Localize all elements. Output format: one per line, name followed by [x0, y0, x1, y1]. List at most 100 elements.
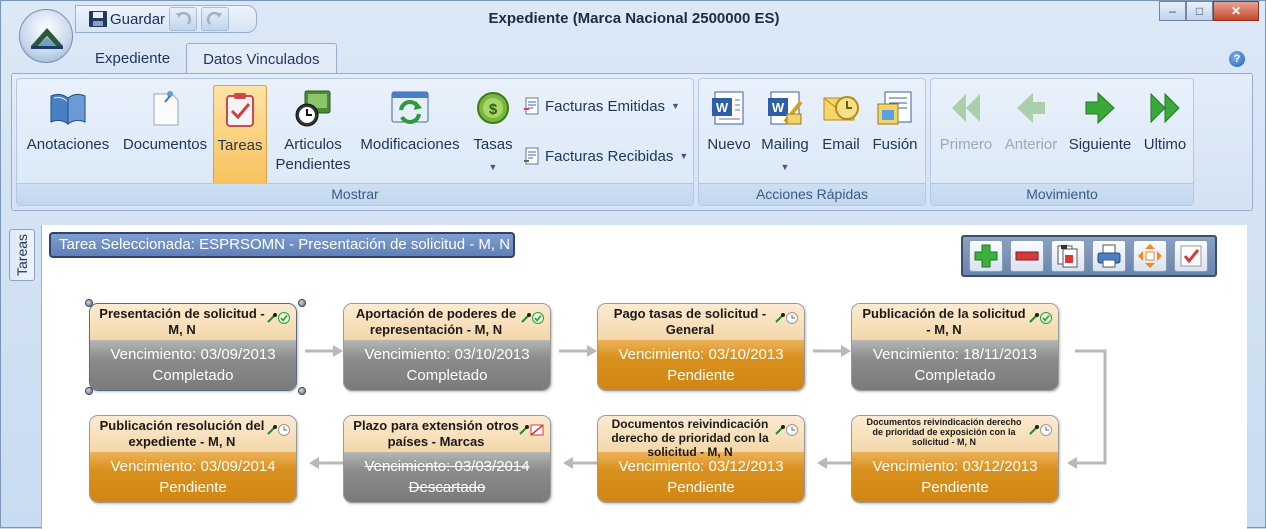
checklist-icon — [1180, 245, 1202, 267]
merge-document-icon — [877, 91, 912, 125]
print-button[interactable] — [1092, 240, 1126, 272]
facturas-emitidas-dropdown-icon[interactable]: ▼ — [671, 101, 680, 111]
pin-icon — [1029, 425, 1039, 435]
add-task-button[interactable] — [969, 240, 1003, 272]
group-mostrar: Anotaciones Documentos Tareas Articulos … — [16, 78, 694, 206]
ultimo-button[interactable]: Ultimo — [1137, 85, 1193, 155]
task-documents-button[interactable] — [1051, 240, 1085, 272]
facturas-recibidas-label: Facturas Recibidas — [545, 147, 674, 165]
printer-icon — [1097, 244, 1121, 268]
invoice-in-icon — [524, 147, 539, 165]
application-window: Guardar Expediente (Marca Nacional 25000… — [0, 0, 1266, 529]
task-card[interactable]: Pago tasas de solicitud - General Vencim… — [597, 303, 805, 391]
svg-text:$: $ — [489, 101, 498, 118]
task-state — [774, 424, 798, 436]
tasas-label: Tasas — [473, 136, 513, 153]
task-card[interactable]: Publicación resolución del expediente - … — [89, 415, 297, 503]
task-status: Pendiente — [921, 479, 989, 496]
task-due: Vencimiento: 03/09/2013 — [110, 346, 276, 363]
documentos-label: Documentos — [122, 136, 208, 153]
resize-handle[interactable] — [85, 299, 93, 307]
task-state — [1028, 312, 1052, 324]
expand-button[interactable] — [1133, 240, 1167, 272]
application-menu-button[interactable] — [19, 9, 73, 63]
anotaciones-label: Anotaciones — [26, 136, 110, 153]
resize-handle[interactable] — [298, 387, 306, 395]
task-state — [518, 424, 544, 436]
task-status: Pendiente — [159, 479, 227, 496]
task-card[interactable]: Documentos reivindicación derecho de pri… — [851, 415, 1059, 503]
siguiente-button[interactable]: Siguiente — [1065, 85, 1135, 155]
group-movimiento: Primero Anterior Siguiente Ultimo Movimi… — [930, 78, 1194, 206]
documentos-button[interactable]: Documentos — [119, 85, 211, 155]
tareas-button[interactable]: Tareas — [213, 85, 267, 185]
remove-task-button[interactable] — [1010, 240, 1044, 272]
task-card[interactable]: Aportación de poderes de representación … — [343, 303, 551, 391]
tab-expediente[interactable]: Expediente — [79, 43, 186, 73]
window-controls: – □ ✕ — [1159, 1, 1259, 21]
tareas-side-tab[interactable]: Tareas — [9, 229, 35, 281]
group-acciones-label: Acciones Rápidas — [699, 183, 925, 205]
maximize-button[interactable]: □ — [1186, 1, 1213, 21]
task-due: Vencimiento: 03/10/2013 — [618, 346, 784, 363]
close-button[interactable]: ✕ — [1213, 1, 1259, 21]
last-record-icon — [1150, 92, 1180, 124]
task-due: Vencimiento: 03/03/2014 — [364, 458, 530, 475]
plus-icon — [974, 244, 998, 268]
task-card[interactable]: Publicación de la solicitud - M, N Venci… — [851, 303, 1059, 391]
task-card[interactable]: Documentos reivindicación derecho de pri… — [597, 415, 805, 503]
task-status: Pendiente — [667, 479, 735, 496]
clock-icon — [786, 312, 798, 324]
facturas-recibidas-button[interactable]: Facturas Recibidas ▼ — [523, 147, 688, 165]
task-card[interactable]: Plazo para extensión otros países - Marc… — [343, 415, 551, 503]
minimize-button[interactable]: – — [1159, 1, 1186, 21]
mailing-dropdown-icon[interactable]: ▼ — [781, 157, 790, 177]
articulos-pendientes-button[interactable]: Articulos Pendientes — [271, 85, 355, 175]
resize-handle[interactable] — [85, 387, 93, 395]
mailing-icon: W — [768, 91, 803, 125]
articulos-label-line1: Articulos — [284, 136, 342, 153]
pin-icon — [521, 313, 531, 323]
task-state — [774, 312, 798, 324]
word-document-icon: W — [712, 91, 744, 125]
email-button[interactable]: Email — [815, 85, 867, 155]
primero-button[interactable]: Primero — [933, 85, 999, 155]
task-due: Vencimiento: 03/09/2014 — [110, 458, 276, 475]
clock-icon — [278, 424, 290, 436]
task-status: Pendiente — [667, 367, 735, 384]
modificaciones-button[interactable]: Modificaciones — [355, 85, 465, 155]
pin-icon — [519, 425, 529, 435]
anterior-button[interactable]: Anterior — [999, 85, 1063, 155]
check-icon — [532, 312, 544, 324]
resize-handle[interactable] — [298, 299, 306, 307]
document-pin-icon — [153, 91, 179, 126]
nuevo-button[interactable]: W Nuevo — [703, 85, 755, 155]
pin-icon — [267, 425, 277, 435]
anotaciones-button[interactable]: Anotaciones — [21, 85, 115, 155]
documents-icon — [1057, 245, 1078, 268]
pin-icon — [775, 313, 785, 323]
ribbon: Anotaciones Documentos Tareas Articulos … — [11, 73, 1253, 211]
complete-task-button[interactable] — [1174, 240, 1208, 272]
money-icon: $ — [477, 92, 509, 124]
fusion-button[interactable]: Fusión — [869, 85, 921, 155]
email-label: Email — [822, 136, 860, 153]
tab-datos-vinculados[interactable]: Datos Vinculados — [186, 43, 337, 74]
task-due: Vencimiento: 18/11/2013 — [872, 346, 1037, 363]
tareas-label: Tareas — [217, 137, 263, 154]
help-icon[interactable]: ? — [1229, 51, 1245, 67]
task-due: Vencimiento: 03/10/2013 — [364, 346, 530, 363]
task-status: Descartado — [408, 479, 486, 496]
tasas-button[interactable]: $ Tasas ▼ — [469, 85, 517, 177]
invoice-out-icon — [524, 97, 539, 115]
task-due: Vencimiento: 03/12/2013 — [872, 458, 1038, 475]
task-card[interactable]: Presentación de solicitud - M, N Vencimi… — [89, 303, 297, 391]
clock-icon — [786, 424, 798, 436]
tasas-dropdown-icon[interactable]: ▼ — [489, 157, 498, 177]
facturas-emitidas-button[interactable]: Facturas Emitidas ▼ — [523, 97, 680, 115]
first-record-icon — [952, 94, 980, 122]
task-toolbar — [961, 235, 1217, 277]
facturas-recibidas-dropdown-icon[interactable]: ▼ — [679, 151, 688, 161]
mailing-button[interactable]: W Mailing ▼ — [757, 85, 813, 177]
expand-arrows-icon — [1138, 244, 1162, 268]
